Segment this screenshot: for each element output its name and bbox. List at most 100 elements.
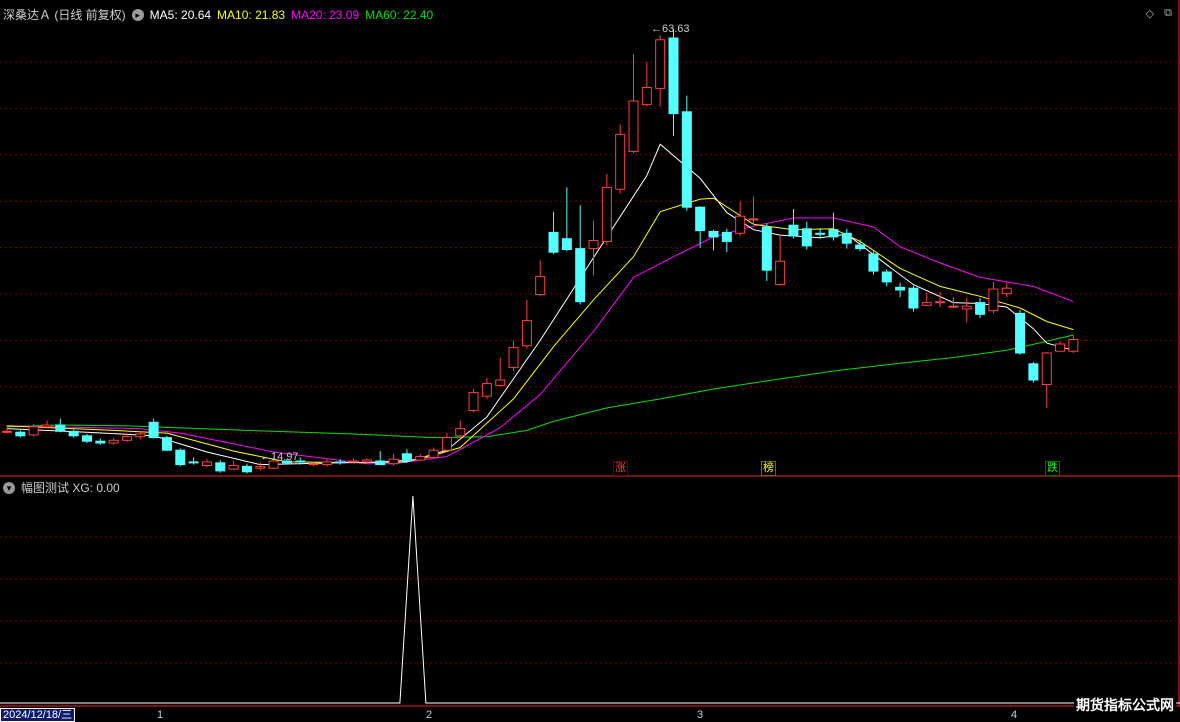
- candle: [628, 54, 639, 154]
- candle-body: [708, 231, 719, 238]
- candle-body: [241, 465, 252, 473]
- candle-body: [95, 440, 106, 444]
- candle: [575, 205, 586, 305]
- candle: [521, 299, 532, 349]
- rise-tag[interactable]: 涨: [613, 461, 628, 476]
- candle: [975, 298, 986, 318]
- candle-body: [201, 461, 212, 466]
- watermark-logo: 期货指标公式网: [1074, 695, 1176, 715]
- candle-body: [1041, 352, 1052, 385]
- candle-body: [215, 462, 226, 472]
- candle-body: [735, 215, 746, 234]
- candle: [655, 35, 666, 107]
- settings-circle-icon[interactable]: ▸: [131, 8, 144, 21]
- candle-body: [695, 206, 706, 232]
- candle-body: [148, 421, 159, 439]
- candle: [921, 292, 932, 307]
- high-annotation: ←63.63: [651, 23, 690, 35]
- candle-body: [41, 424, 52, 428]
- sub-chart-header: ▾ 幅图测试 XG: 0.00: [3, 479, 120, 496]
- candle-body: [921, 302, 932, 306]
- candle: [175, 448, 186, 467]
- candle: [468, 389, 479, 413]
- candle: [735, 201, 746, 236]
- candle-body: [1068, 339, 1079, 352]
- candle-body: [975, 302, 986, 315]
- month-label: 3: [697, 709, 704, 721]
- candle-body: [748, 218, 759, 221]
- ma5-legend: MA5: 20.64: [149, 7, 212, 22]
- candle-body: [321, 461, 332, 466]
- candle-body: [55, 424, 66, 432]
- candle-body: [415, 456, 426, 461]
- candle: [321, 459, 332, 467]
- candle-body: [401, 453, 412, 462]
- month-label: 2: [426, 709, 433, 721]
- candle-body: [188, 461, 199, 464]
- candle-body: [935, 301, 946, 304]
- candle-body: [1028, 363, 1039, 381]
- candle-body: [655, 39, 666, 89]
- candle-body: [961, 305, 972, 310]
- candle: [615, 124, 626, 194]
- candle-body: [548, 231, 559, 253]
- candle: [1041, 352, 1052, 408]
- candle-body: [575, 248, 586, 303]
- list-tag[interactable]: 榜: [761, 461, 776, 476]
- candle-body: [521, 320, 532, 347]
- candle: [228, 461, 239, 470]
- candle: [428, 447, 439, 459]
- candle-body: [561, 238, 572, 250]
- candle: [508, 340, 519, 371]
- diamond-icon[interactable]: ◇: [1146, 7, 1154, 20]
- candlestick-series[interactable]: [2, 28, 1079, 474]
- candle: [601, 173, 612, 245]
- candle-body: [988, 288, 999, 312]
- candle: [401, 449, 412, 463]
- candle-body: [668, 37, 679, 115]
- candle: [188, 457, 199, 465]
- candle: [961, 298, 972, 323]
- candle-body: [775, 260, 786, 286]
- ma20-legend: MA20: 23.09: [291, 7, 360, 22]
- candle-body: [15, 431, 26, 437]
- window-controls: ◇ ⧉: [1146, 7, 1172, 20]
- ma10-legend: MA10: 21.83: [217, 7, 286, 22]
- candle-body: [135, 433, 146, 438]
- candle-body: [588, 240, 599, 250]
- candle: [668, 28, 679, 137]
- candle-body: [348, 460, 359, 463]
- candle-body: [68, 430, 79, 437]
- candle: [15, 430, 26, 438]
- chart-canvas: [0, 0, 1180, 707]
- candle-body: [441, 437, 452, 451]
- indicator-label[interactable]: 幅图测试 XG: 0.00: [21, 479, 120, 496]
- candle-body: [615, 133, 626, 190]
- candle-body: [335, 461, 346, 464]
- month-label: 1: [157, 709, 164, 721]
- candle: [68, 429, 79, 438]
- candle: [108, 437, 119, 445]
- candle: [681, 95, 692, 211]
- candle-body: [868, 253, 879, 272]
- candle: [721, 228, 732, 253]
- chevron-down-icon[interactable]: ▾: [3, 481, 15, 494]
- candle-body: [815, 232, 826, 235]
- candle: [868, 251, 879, 275]
- candle: [161, 435, 172, 452]
- fall-tag[interactable]: 跌: [1045, 461, 1060, 476]
- candle: [775, 236, 786, 286]
- candle-body: [641, 87, 652, 106]
- candle: [881, 269, 892, 287]
- stock-title[interactable]: 深桑达Ａ (日线 前复权): [3, 6, 126, 23]
- restore-icon[interactable]: ⧉: [1164, 7, 1172, 20]
- candle-body: [828, 229, 839, 238]
- candle: [255, 461, 266, 471]
- candle-body: [1015, 312, 1026, 354]
- candle-body: [361, 459, 372, 463]
- high-value: 63.63: [662, 23, 690, 35]
- ma10-line: [6, 197, 1074, 464]
- candle-body: [175, 449, 186, 466]
- candle-body: [535, 276, 546, 295]
- candle: [548, 211, 559, 254]
